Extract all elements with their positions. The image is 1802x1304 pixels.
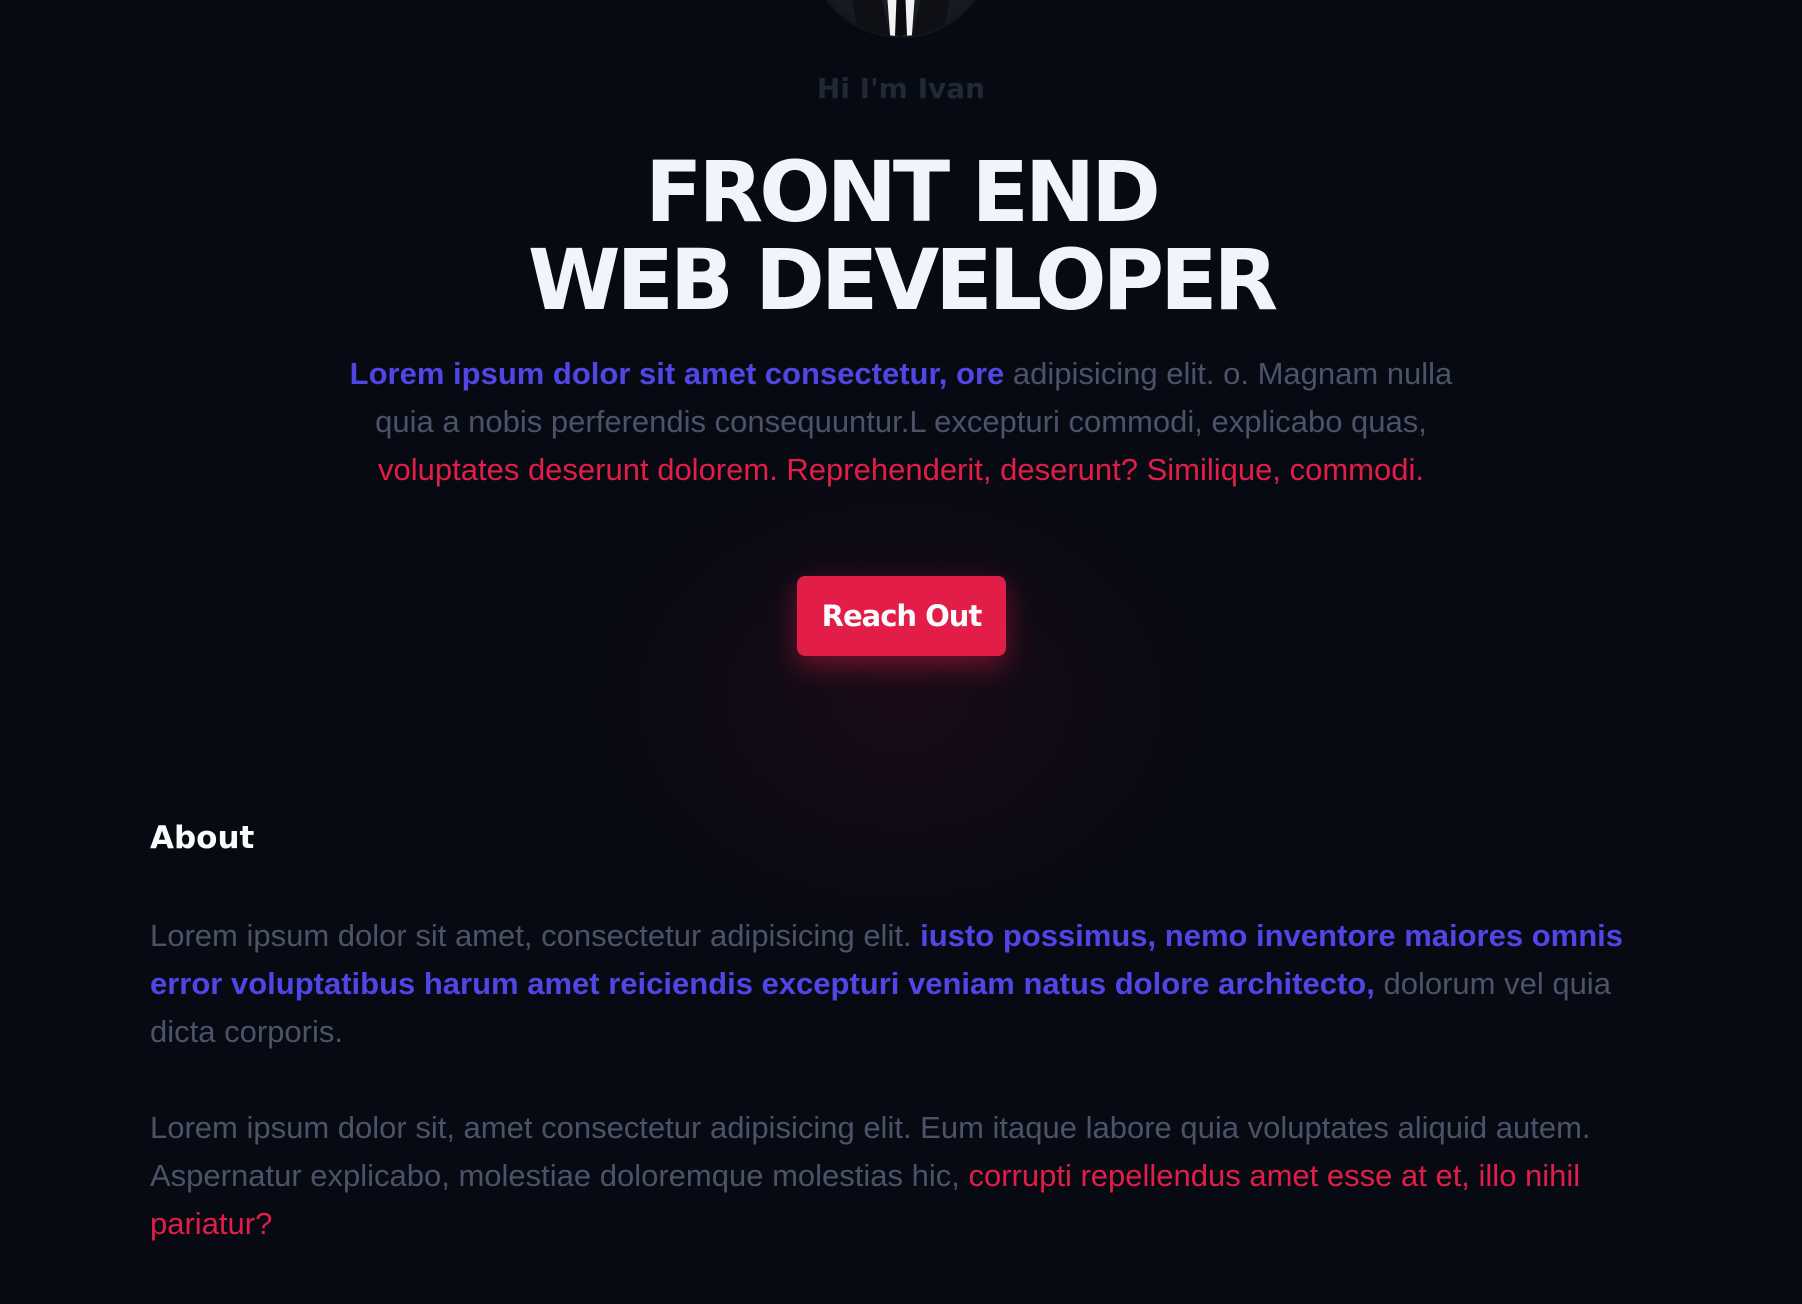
page-title-line2: WEB DEVELOPER bbox=[527, 231, 1278, 329]
avatar-jacket-right bbox=[911, 0, 957, 36]
intro-highlight: Lorem ipsum dolor sit amet consectetur, … bbox=[349, 356, 1005, 391]
page-title: FRONT END WEB DEVELOPER bbox=[0, 148, 1802, 324]
about-paragraph-1: Lorem ipsum dolor sit amet, consectetur … bbox=[150, 912, 1670, 1056]
avatar-jacket-left bbox=[845, 0, 891, 36]
page-title-line1: FRONT END bbox=[645, 143, 1161, 241]
about-p1-text: Lorem ipsum dolor sit amet, consectetur … bbox=[150, 918, 921, 953]
about-heading: About bbox=[150, 820, 255, 856]
avatar bbox=[809, 0, 993, 36]
reach-out-button[interactable]: Reach Out bbox=[797, 576, 1006, 656]
greeting: Hi I'm Ivan bbox=[816, 72, 986, 105]
about-paragraph-2: Lorem ipsum dolor sit, amet consectetur … bbox=[150, 1104, 1670, 1248]
avatar-tie bbox=[895, 0, 907, 36]
intro-paragraph: Lorem ipsum dolor sit amet consectetur, … bbox=[340, 350, 1462, 494]
intro-accent: voluptates deserunt dolorem. Reprehender… bbox=[378, 452, 1424, 487]
